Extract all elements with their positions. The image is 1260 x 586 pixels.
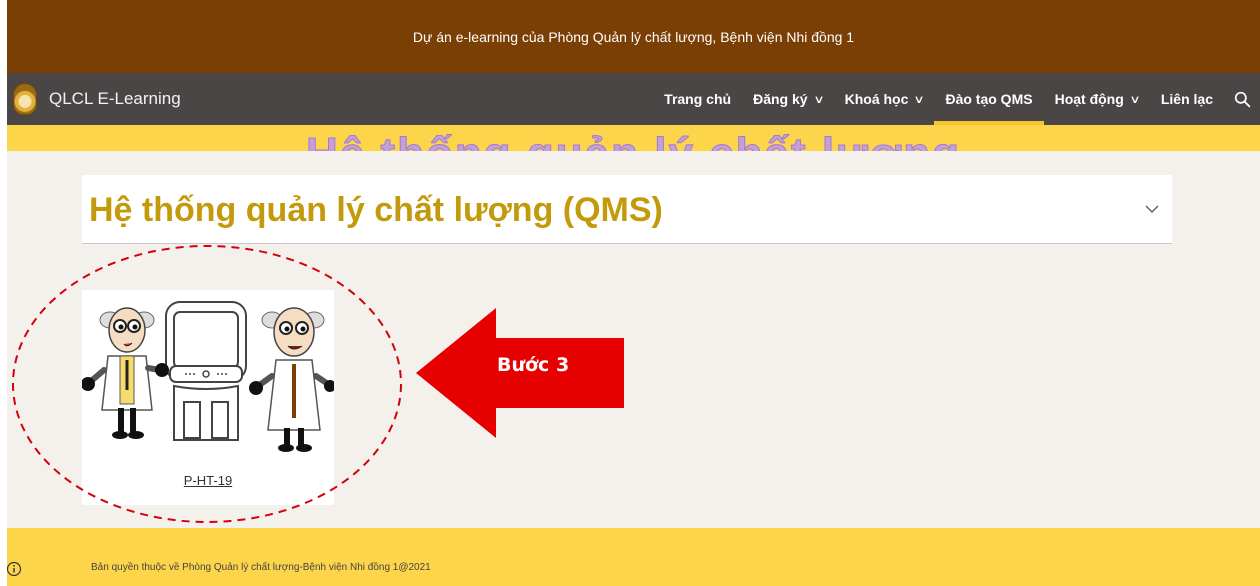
info-icon[interactable] [7, 561, 22, 577]
nav-item-label: Hoạt động [1054, 91, 1124, 107]
brand[interactable]: QLCL E-Learning [13, 73, 181, 125]
nav-item-label: Liên lạc [1160, 91, 1213, 107]
page: Dự án e-learning của Phòng Quản lý chất … [7, 0, 1260, 586]
course-card[interactable]: P-HT-19 [82, 290, 334, 505]
chevron-down-icon[interactable] [1142, 199, 1162, 219]
nav-item-dao-tao-qms[interactable]: Đào tạo QMS [934, 73, 1044, 125]
banner-text: Hệ thống quản lý chất lượng [7, 129, 1260, 152]
section-header[interactable]: Hệ thống quản lý chất lượng (QMS) [82, 175, 1172, 244]
nav-item-hoat-dong[interactable]: Hoạt động ∨ [1044, 73, 1150, 125]
search-icon [1234, 91, 1250, 107]
hero-banner: Hệ thống quản lý chất lượng [7, 125, 1260, 151]
nav-item-label: Khoá học [844, 91, 909, 107]
main-menu: Trang chủ Đăng ký ∨ Khoá học ∨ Đào tạo Q… [653, 73, 1260, 125]
copyright-text: Bản quyền thuộc về Phòng Quản lý chất lư… [91, 562, 431, 573]
nav-item-trang-chu[interactable]: Trang chủ [653, 73, 742, 125]
search-button[interactable] [1224, 73, 1260, 125]
course-thumbnail [82, 301, 334, 452]
nav-item-dang-ky[interactable]: Đăng ký ∨ [742, 73, 834, 125]
chevron-down-icon: ∨ [913, 93, 926, 106]
section-title: Hệ thống quản lý chất lượng (QMS) [89, 191, 663, 229]
nav-item-label: Đào tạo QMS [945, 91, 1033, 107]
footer: Bản quyền thuộc về Phòng Quản lý chất lư… [7, 528, 1260, 586]
nav-item-lien-lac[interactable]: Liên lạc [1150, 73, 1224, 125]
nav-item-label: Trang chủ [664, 91, 732, 107]
nav-item-label: Đăng ký [753, 91, 808, 107]
announcement-bar: Dự án e-learning của Phòng Quản lý chất … [7, 0, 1260, 73]
navigation-bar: QLCL E-Learning Trang chủ Đăng ký ∨ Khoá… [7, 73, 1260, 125]
nav-item-khoa-hoc[interactable]: Khoá học ∨ [834, 73, 935, 125]
annotation-label: Bước 3 [497, 354, 570, 376]
hospital-logo-icon[interactable] [13, 83, 37, 115]
announcement-text: Dự án e-learning của Phòng Quản lý chất … [412, 28, 855, 45]
chevron-down-icon: ∨ [812, 93, 825, 106]
brand-name[interactable]: QLCL E-Learning [49, 89, 181, 109]
course-link[interactable]: P-HT-19 [82, 473, 334, 488]
chevron-down-icon: ∨ [1129, 93, 1141, 106]
